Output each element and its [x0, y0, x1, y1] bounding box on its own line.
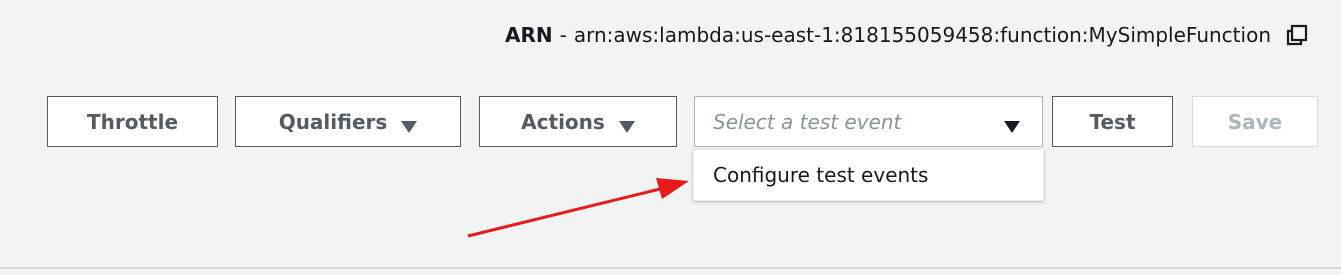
configure-test-events-option[interactable]: Configure test events [694, 150, 1043, 200]
caret-down-icon [1004, 115, 1020, 133]
divider [0, 267, 1341, 269]
test-event-dropdown-menu: Configure test events [693, 149, 1044, 201]
test-button-label: Test [1089, 109, 1136, 134]
caret-down-icon [401, 115, 418, 133]
throttle-button[interactable]: Throttle [47, 96, 218, 147]
test-event-select[interactable]: Select a test event [694, 96, 1043, 147]
caret-down-icon [618, 115, 635, 133]
configure-test-events-label: Configure test events [713, 163, 929, 187]
save-button[interactable]: Save [1192, 96, 1318, 147]
save-button-label: Save [1227, 109, 1283, 134]
qualifiers-button[interactable]: Qualifiers [235, 96, 461, 147]
arn-label: ARN [505, 23, 553, 47]
actions-button-label: Actions [521, 109, 605, 134]
arn-separator: - [559, 23, 567, 47]
actions-button[interactable]: Actions [479, 96, 677, 147]
qualifiers-button-label: Qualifiers [278, 109, 388, 134]
copy-icon[interactable] [1285, 23, 1309, 47]
function-arn: ARN - arn:aws:lambda:us-east-1:818155059… [505, 22, 1309, 48]
test-button[interactable]: Test [1052, 96, 1173, 147]
arn-value: arn:aws:lambda:us-east-1:818155059458:fu… [573, 23, 1271, 47]
throttle-button-label: Throttle [86, 109, 179, 134]
test-event-placeholder: Select a test event [713, 109, 902, 134]
